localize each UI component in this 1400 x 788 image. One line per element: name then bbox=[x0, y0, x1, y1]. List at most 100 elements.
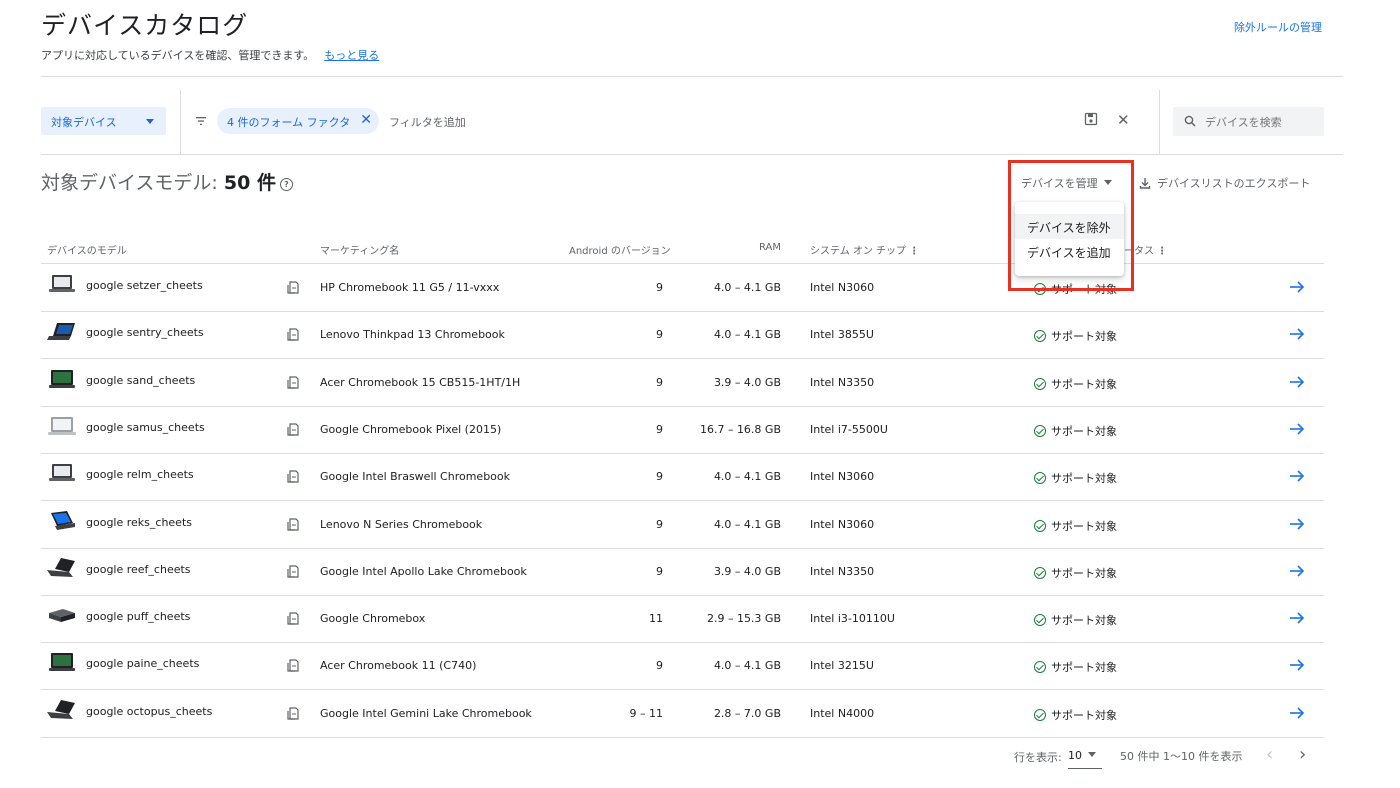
device-model[interactable]: google puff_cheets bbox=[86, 610, 190, 623]
copy-icon[interactable] bbox=[287, 470, 299, 483]
device-count-title: 対象デバイスモデル: 50 件? bbox=[41, 168, 293, 195]
device-model[interactable]: google relm_cheets bbox=[86, 468, 194, 481]
system-on-chip: Intel 3855U bbox=[810, 328, 874, 342]
android-version: 9 bbox=[656, 375, 663, 389]
copy-icon[interactable] bbox=[287, 659, 299, 672]
column-options-icon[interactable]: ⋮ bbox=[909, 246, 919, 257]
copy-icon[interactable] bbox=[287, 281, 299, 294]
table-row[interactable]: google samus_cheets Google Chromebook Pix… bbox=[41, 406, 1324, 454]
device-model[interactable]: google reks_cheets bbox=[86, 516, 192, 529]
column-header-soc[interactable]: システム オン チップ ⋮ bbox=[810, 242, 919, 257]
target-devices-select[interactable]: 対象デバイス bbox=[41, 107, 166, 135]
status-label: サポート対象 bbox=[1051, 661, 1117, 675]
device-thumbnail-icon bbox=[47, 323, 75, 341]
header-divider bbox=[41, 76, 1343, 77]
add-filter-button[interactable]: フィルタを追加 bbox=[389, 114, 466, 130]
column-header-marketing-name[interactable]: マーケティング名 bbox=[320, 242, 399, 257]
copy-icon[interactable] bbox=[287, 375, 299, 389]
search-icon bbox=[1184, 115, 1196, 127]
table-row[interactable]: google sentry_cheets Lenovo Thinkpad 13 C… bbox=[41, 311, 1324, 360]
arrow-right-icon[interactable] bbox=[1289, 280, 1305, 294]
export-device-list-button[interactable]: デバイスリストのエクスポート bbox=[1139, 175, 1310, 191]
save-filter-icon[interactable] bbox=[1084, 112, 1098, 126]
clear-filters-icon[interactable]: ✕ bbox=[1117, 111, 1130, 129]
android-version: 9 bbox=[656, 281, 663, 294]
table-row[interactable]: google relm_cheets Google Intel Braswell … bbox=[41, 453, 1324, 502]
marketing-name: Acer Chromebook 15 CB515-1HT/1H bbox=[320, 375, 521, 389]
device-model[interactable]: google paine_cheets bbox=[86, 657, 199, 670]
device-model[interactable]: google sentry_cheets bbox=[86, 326, 204, 339]
copy-icon[interactable] bbox=[287, 565, 299, 578]
device-thumbnail-icon bbox=[49, 653, 75, 672]
system-on-chip: Intel N3350 bbox=[810, 375, 875, 389]
status-label: サポート対象 bbox=[1051, 519, 1117, 533]
marketing-name: Google Chromebook Pixel (2015) bbox=[320, 422, 502, 436]
android-version: 9 bbox=[656, 328, 663, 342]
count-label: 対象デバイスモデル: bbox=[41, 172, 218, 194]
status-label: サポート対象 bbox=[1051, 614, 1117, 628]
copy-icon[interactable] bbox=[287, 328, 299, 341]
learn-more-link[interactable]: もっと見る bbox=[324, 49, 379, 62]
previous-page-icon[interactable]: ‹ bbox=[1266, 744, 1273, 765]
android-version: 9 bbox=[656, 517, 663, 531]
arrow-right-icon[interactable] bbox=[1289, 469, 1305, 483]
check-circle-icon bbox=[1034, 424, 1046, 437]
marketing-name: Google Intel Braswell Chromebook bbox=[320, 470, 511, 484]
marketing-name: Google Intel Apollo Lake Chromebook bbox=[320, 564, 527, 578]
arrow-right-icon[interactable] bbox=[1289, 517, 1305, 531]
marketing-name: Google Intel Gemini Lake Chromebook bbox=[320, 706, 532, 720]
arrow-right-icon[interactable] bbox=[1289, 611, 1305, 625]
check-circle-icon bbox=[1034, 661, 1046, 674]
android-version: 9 bbox=[656, 422, 663, 436]
pagination-range: 50 件中 1〜10 件を表示 bbox=[1120, 750, 1243, 763]
device-search[interactable] bbox=[1173, 107, 1324, 136]
column-options-icon[interactable]: ⋮ bbox=[1157, 246, 1167, 257]
copy-icon[interactable] bbox=[287, 517, 299, 531]
column-header-android-version[interactable]: Android のバージョン bbox=[569, 242, 671, 257]
arrow-right-icon[interactable] bbox=[1289, 422, 1305, 436]
remove-filter-icon[interactable]: ✕ bbox=[360, 113, 372, 127]
subtitle-text: アプリに対応しているデバイスを確認、管理できます。 bbox=[41, 49, 315, 62]
table-row[interactable]: google octopus_cheets Google Intel Gemini… bbox=[41, 690, 1324, 738]
table-row[interactable]: google paine_cheets Acer Chromebook 11 (C… bbox=[41, 642, 1324, 691]
table-row[interactable]: google sand_cheets Acer Chromebook 15 CB5… bbox=[41, 359, 1324, 407]
status-label: サポート対象 bbox=[1051, 330, 1117, 344]
support-status: サポート対象 bbox=[1034, 328, 1117, 344]
ram-range: 16.7 – 16.8 GB bbox=[699, 422, 781, 436]
table-row[interactable]: google puff_cheets Google Chromebox 11 2.9 … bbox=[41, 595, 1324, 644]
filter-list-icon[interactable] bbox=[194, 114, 208, 128]
device-model[interactable]: google setzer_cheets bbox=[86, 279, 203, 292]
copy-icon[interactable] bbox=[287, 423, 299, 436]
next-page-icon[interactable]: › bbox=[1299, 744, 1306, 765]
device-thumbnail-icon bbox=[49, 275, 75, 292]
status-label: サポート対象 bbox=[1051, 424, 1117, 438]
device-thumbnail-icon bbox=[48, 416, 76, 435]
marketing-name: Google Chromebox bbox=[320, 612, 426, 626]
arrow-right-icon[interactable] bbox=[1289, 327, 1305, 341]
arrow-right-icon[interactable] bbox=[1289, 564, 1305, 578]
column-header-ram[interactable]: RAM bbox=[759, 242, 781, 253]
arrow-right-icon[interactable] bbox=[1289, 706, 1305, 720]
table-row[interactable]: google reef_cheets Google Intel Apollo La… bbox=[41, 548, 1324, 596]
device-thumbnail-icon bbox=[51, 510, 75, 530]
exclusion-rules-link[interactable]: 除外ルールの管理 bbox=[1234, 19, 1322, 35]
android-version: 9 bbox=[656, 564, 663, 578]
rows-per-page-select[interactable]: 10 bbox=[1068, 744, 1102, 769]
form-factor-filter-chip[interactable]: 4 件のフォーム ファクタ ✕ bbox=[217, 108, 379, 134]
copy-icon[interactable] bbox=[287, 707, 299, 720]
device-model[interactable]: google octopus_cheets bbox=[86, 705, 212, 718]
ram-range: 4.0 – 4.1 GB bbox=[713, 470, 781, 484]
search-input[interactable] bbox=[1203, 112, 1322, 132]
arrow-right-icon[interactable] bbox=[1289, 375, 1305, 389]
arrow-right-icon[interactable] bbox=[1289, 658, 1305, 672]
ram-range: 2.9 – 15.3 GB bbox=[706, 612, 781, 626]
copy-icon[interactable] bbox=[287, 612, 299, 625]
column-header-model[interactable]: デバイスのモデル bbox=[47, 242, 127, 257]
table-row[interactable]: google reks_cheets Lenovo N Series Chrome… bbox=[41, 501, 1324, 549]
help-icon[interactable]: ? bbox=[279, 178, 293, 191]
device-model[interactable]: google reef_cheets bbox=[86, 563, 191, 576]
device-model[interactable]: google sand_cheets bbox=[86, 374, 195, 387]
system-on-chip: Intel 3215U bbox=[810, 659, 874, 673]
device-model[interactable]: google samus_cheets bbox=[86, 421, 205, 434]
device-thumbnail-icon bbox=[47, 557, 75, 577]
